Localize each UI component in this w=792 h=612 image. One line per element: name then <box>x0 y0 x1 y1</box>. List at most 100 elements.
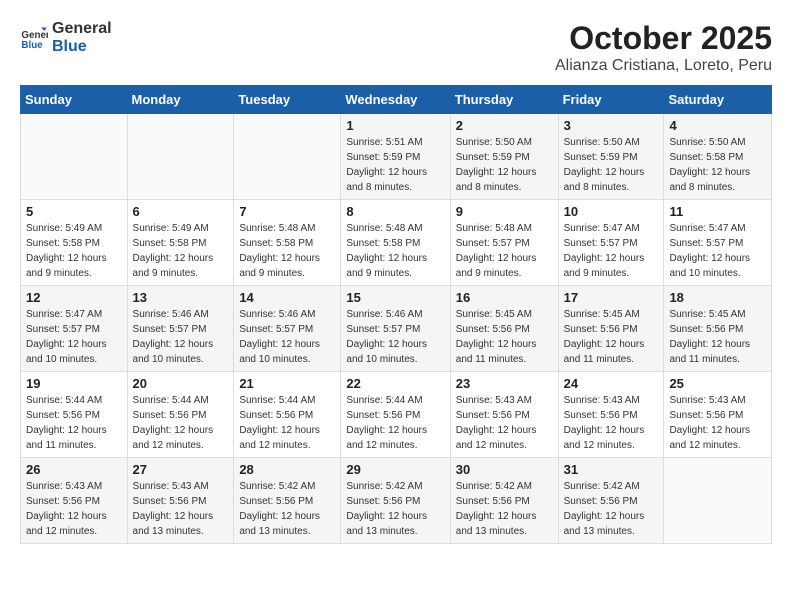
day-info: Sunrise: 5:48 AM Sunset: 5:57 PM Dayligh… <box>456 221 553 281</box>
calendar-cell: 27 Sunrise: 5:43 AM Sunset: 5:56 PM Dayl… <box>127 458 234 544</box>
calendar-week-row: 26 Sunrise: 5:43 AM Sunset: 5:56 PM Dayl… <box>21 458 772 544</box>
day-number: 24 <box>564 376 659 391</box>
day-info: Sunrise: 5:42 AM Sunset: 5:56 PM Dayligh… <box>346 479 444 539</box>
calendar-cell: 10 Sunrise: 5:47 AM Sunset: 5:57 PM Dayl… <box>558 200 664 286</box>
weekday-header-saturday: Saturday <box>664 86 772 114</box>
weekday-header-tuesday: Tuesday <box>234 86 341 114</box>
day-info: Sunrise: 5:42 AM Sunset: 5:56 PM Dayligh… <box>456 479 553 539</box>
calendar-header-row: SundayMondayTuesdayWednesdayThursdayFrid… <box>21 86 772 114</box>
day-info: Sunrise: 5:49 AM Sunset: 5:58 PM Dayligh… <box>26 221 122 281</box>
calendar-cell: 15 Sunrise: 5:46 AM Sunset: 5:57 PM Dayl… <box>341 286 450 372</box>
calendar-week-row: 19 Sunrise: 5:44 AM Sunset: 5:56 PM Dayl… <box>21 372 772 458</box>
day-number: 16 <box>456 290 553 305</box>
day-info: Sunrise: 5:47 AM Sunset: 5:57 PM Dayligh… <box>669 221 766 281</box>
calendar-cell: 23 Sunrise: 5:43 AM Sunset: 5:56 PM Dayl… <box>450 372 558 458</box>
day-info: Sunrise: 5:48 AM Sunset: 5:58 PM Dayligh… <box>239 221 335 281</box>
day-number: 7 <box>239 204 335 219</box>
day-info: Sunrise: 5:44 AM Sunset: 5:56 PM Dayligh… <box>133 393 229 453</box>
weekday-header-thursday: Thursday <box>450 86 558 114</box>
day-info: Sunrise: 5:42 AM Sunset: 5:56 PM Dayligh… <box>564 479 659 539</box>
day-info: Sunrise: 5:47 AM Sunset: 5:57 PM Dayligh… <box>26 307 122 367</box>
logo: General Blue General Blue <box>20 20 112 55</box>
day-info: Sunrise: 5:46 AM Sunset: 5:57 PM Dayligh… <box>133 307 229 367</box>
calendar-cell: 21 Sunrise: 5:44 AM Sunset: 5:56 PM Dayl… <box>234 372 341 458</box>
day-number: 14 <box>239 290 335 305</box>
calendar-cell: 29 Sunrise: 5:42 AM Sunset: 5:56 PM Dayl… <box>341 458 450 544</box>
day-info: Sunrise: 5:43 AM Sunset: 5:56 PM Dayligh… <box>564 393 659 453</box>
calendar-cell: 16 Sunrise: 5:45 AM Sunset: 5:56 PM Dayl… <box>450 286 558 372</box>
calendar-cell: 11 Sunrise: 5:47 AM Sunset: 5:57 PM Dayl… <box>664 200 772 286</box>
page-header: General Blue General Blue October 2025 A… <box>20 20 772 75</box>
day-info: Sunrise: 5:43 AM Sunset: 5:56 PM Dayligh… <box>26 479 122 539</box>
day-number: 23 <box>456 376 553 391</box>
month-title: October 2025 <box>555 20 772 57</box>
calendar-cell: 9 Sunrise: 5:48 AM Sunset: 5:57 PM Dayli… <box>450 200 558 286</box>
logo-icon: General Blue <box>20 24 48 52</box>
day-number: 12 <box>26 290 122 305</box>
calendar-cell: 17 Sunrise: 5:45 AM Sunset: 5:56 PM Dayl… <box>558 286 664 372</box>
day-number: 10 <box>564 204 659 219</box>
calendar-cell: 12 Sunrise: 5:47 AM Sunset: 5:57 PM Dayl… <box>21 286 128 372</box>
day-number: 2 <box>456 118 553 133</box>
day-info: Sunrise: 5:43 AM Sunset: 5:56 PM Dayligh… <box>133 479 229 539</box>
day-number: 13 <box>133 290 229 305</box>
day-number: 20 <box>133 376 229 391</box>
day-number: 8 <box>346 204 444 219</box>
day-number: 11 <box>669 204 766 219</box>
calendar-cell: 3 Sunrise: 5:50 AM Sunset: 5:59 PM Dayli… <box>558 114 664 200</box>
calendar-cell: 20 Sunrise: 5:44 AM Sunset: 5:56 PM Dayl… <box>127 372 234 458</box>
calendar-cell: 18 Sunrise: 5:45 AM Sunset: 5:56 PM Dayl… <box>664 286 772 372</box>
calendar-cell: 7 Sunrise: 5:48 AM Sunset: 5:58 PM Dayli… <box>234 200 341 286</box>
weekday-header-wednesday: Wednesday <box>341 86 450 114</box>
day-number: 18 <box>669 290 766 305</box>
day-info: Sunrise: 5:50 AM Sunset: 5:58 PM Dayligh… <box>669 135 766 195</box>
day-info: Sunrise: 5:47 AM Sunset: 5:57 PM Dayligh… <box>564 221 659 281</box>
calendar-cell: 5 Sunrise: 5:49 AM Sunset: 5:58 PM Dayli… <box>21 200 128 286</box>
day-number: 25 <box>669 376 766 391</box>
day-number: 1 <box>346 118 444 133</box>
calendar-cell: 4 Sunrise: 5:50 AM Sunset: 5:58 PM Dayli… <box>664 114 772 200</box>
calendar-cell: 8 Sunrise: 5:48 AM Sunset: 5:58 PM Dayli… <box>341 200 450 286</box>
calendar-cell: 1 Sunrise: 5:51 AM Sunset: 5:59 PM Dayli… <box>341 114 450 200</box>
day-number: 30 <box>456 462 553 477</box>
day-number: 9 <box>456 204 553 219</box>
calendar-cell: 24 Sunrise: 5:43 AM Sunset: 5:56 PM Dayl… <box>558 372 664 458</box>
day-info: Sunrise: 5:45 AM Sunset: 5:56 PM Dayligh… <box>669 307 766 367</box>
calendar-cell: 6 Sunrise: 5:49 AM Sunset: 5:58 PM Dayli… <box>127 200 234 286</box>
calendar-cell: 28 Sunrise: 5:42 AM Sunset: 5:56 PM Dayl… <box>234 458 341 544</box>
day-info: Sunrise: 5:43 AM Sunset: 5:56 PM Dayligh… <box>669 393 766 453</box>
day-info: Sunrise: 5:42 AM Sunset: 5:56 PM Dayligh… <box>239 479 335 539</box>
day-info: Sunrise: 5:50 AM Sunset: 5:59 PM Dayligh… <box>564 135 659 195</box>
logo-general-text: General <box>52 20 112 38</box>
calendar-cell: 2 Sunrise: 5:50 AM Sunset: 5:59 PM Dayli… <box>450 114 558 200</box>
day-number: 31 <box>564 462 659 477</box>
day-info: Sunrise: 5:49 AM Sunset: 5:58 PM Dayligh… <box>133 221 229 281</box>
day-info: Sunrise: 5:48 AM Sunset: 5:58 PM Dayligh… <box>346 221 444 281</box>
calendar-cell <box>664 458 772 544</box>
day-number: 27 <box>133 462 229 477</box>
day-info: Sunrise: 5:45 AM Sunset: 5:56 PM Dayligh… <box>456 307 553 367</box>
calendar-week-row: 12 Sunrise: 5:47 AM Sunset: 5:57 PM Dayl… <box>21 286 772 372</box>
day-info: Sunrise: 5:45 AM Sunset: 5:56 PM Dayligh… <box>564 307 659 367</box>
svg-text:Blue: Blue <box>21 39 43 50</box>
day-number: 17 <box>564 290 659 305</box>
calendar-week-row: 5 Sunrise: 5:49 AM Sunset: 5:58 PM Dayli… <box>21 200 772 286</box>
day-number: 28 <box>239 462 335 477</box>
logo-blue-text: Blue <box>52 38 112 56</box>
day-number: 19 <box>26 376 122 391</box>
day-info: Sunrise: 5:46 AM Sunset: 5:57 PM Dayligh… <box>346 307 444 367</box>
location-title: Alianza Cristiana, Loreto, Peru <box>555 57 772 75</box>
calendar-cell <box>21 114 128 200</box>
day-info: Sunrise: 5:44 AM Sunset: 5:56 PM Dayligh… <box>239 393 335 453</box>
day-number: 15 <box>346 290 444 305</box>
day-number: 3 <box>564 118 659 133</box>
day-number: 26 <box>26 462 122 477</box>
day-info: Sunrise: 5:44 AM Sunset: 5:56 PM Dayligh… <box>26 393 122 453</box>
calendar-cell: 19 Sunrise: 5:44 AM Sunset: 5:56 PM Dayl… <box>21 372 128 458</box>
calendar-cell: 26 Sunrise: 5:43 AM Sunset: 5:56 PM Dayl… <box>21 458 128 544</box>
day-info: Sunrise: 5:43 AM Sunset: 5:56 PM Dayligh… <box>456 393 553 453</box>
weekday-header-sunday: Sunday <box>21 86 128 114</box>
day-number: 5 <box>26 204 122 219</box>
day-number: 4 <box>669 118 766 133</box>
calendar-week-row: 1 Sunrise: 5:51 AM Sunset: 5:59 PM Dayli… <box>21 114 772 200</box>
